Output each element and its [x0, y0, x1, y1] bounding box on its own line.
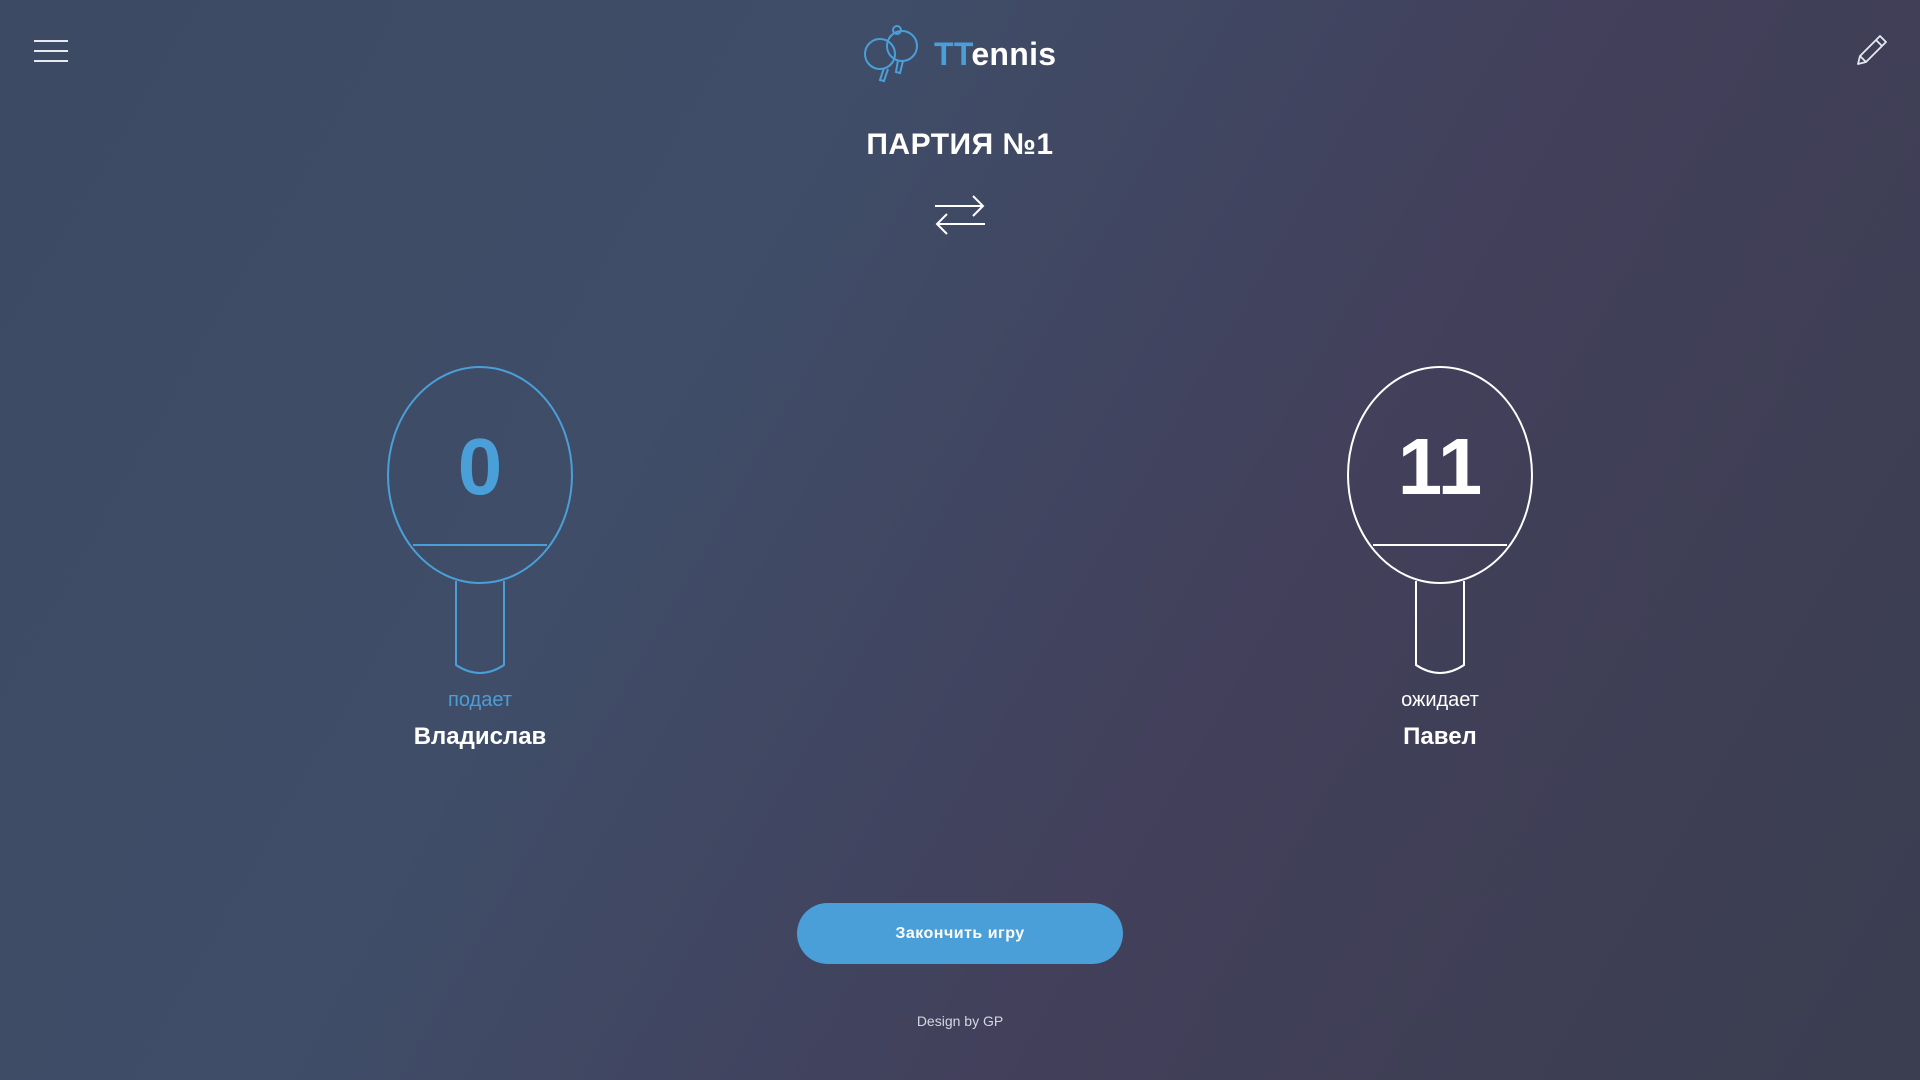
- app-logo: TTennis: [858, 24, 1056, 84]
- swap-arrows-icon: [935, 195, 985, 235]
- menu-button[interactable]: [34, 38, 68, 64]
- ping-pong-paddles-icon: [864, 25, 918, 83]
- player-name-left: Владислав: [413, 723, 547, 750]
- pencil-icon: [1857, 35, 1887, 65]
- end-game-button[interactable]: Закончить игру: [797, 903, 1123, 964]
- app-title: TTennis: [934, 36, 1056, 73]
- footer-credit: Design by GP: [916, 1013, 1004, 1029]
- player-score-left[interactable]: 0: [380, 427, 580, 507]
- swap-sides-button[interactable]: [933, 192, 987, 238]
- paddle-icon: [1347, 366, 1533, 674]
- app-title-rest: ennis: [971, 35, 1057, 72]
- app-title-accent: TT: [934, 35, 972, 72]
- player-status-right: ожидает: [1401, 689, 1479, 711]
- player-name-right: Павел: [1403, 723, 1477, 750]
- hamburger-menu-icon-line: [34, 60, 68, 62]
- player-status-left: подает: [448, 689, 512, 711]
- player-card-left: 0 подает Владислав: [380, 365, 580, 765]
- hamburger-menu-icon-line: [34, 40, 68, 42]
- player-card-right: 11 ожидает Павел: [1340, 365, 1540, 765]
- hamburger-menu-icon-line: [34, 50, 68, 52]
- set-title: ПАРТИЯ №1: [866, 128, 1054, 161]
- player-score-right[interactable]: 11: [1340, 427, 1540, 507]
- edit-button[interactable]: [1854, 32, 1890, 68]
- paddle-icon: [387, 366, 573, 674]
